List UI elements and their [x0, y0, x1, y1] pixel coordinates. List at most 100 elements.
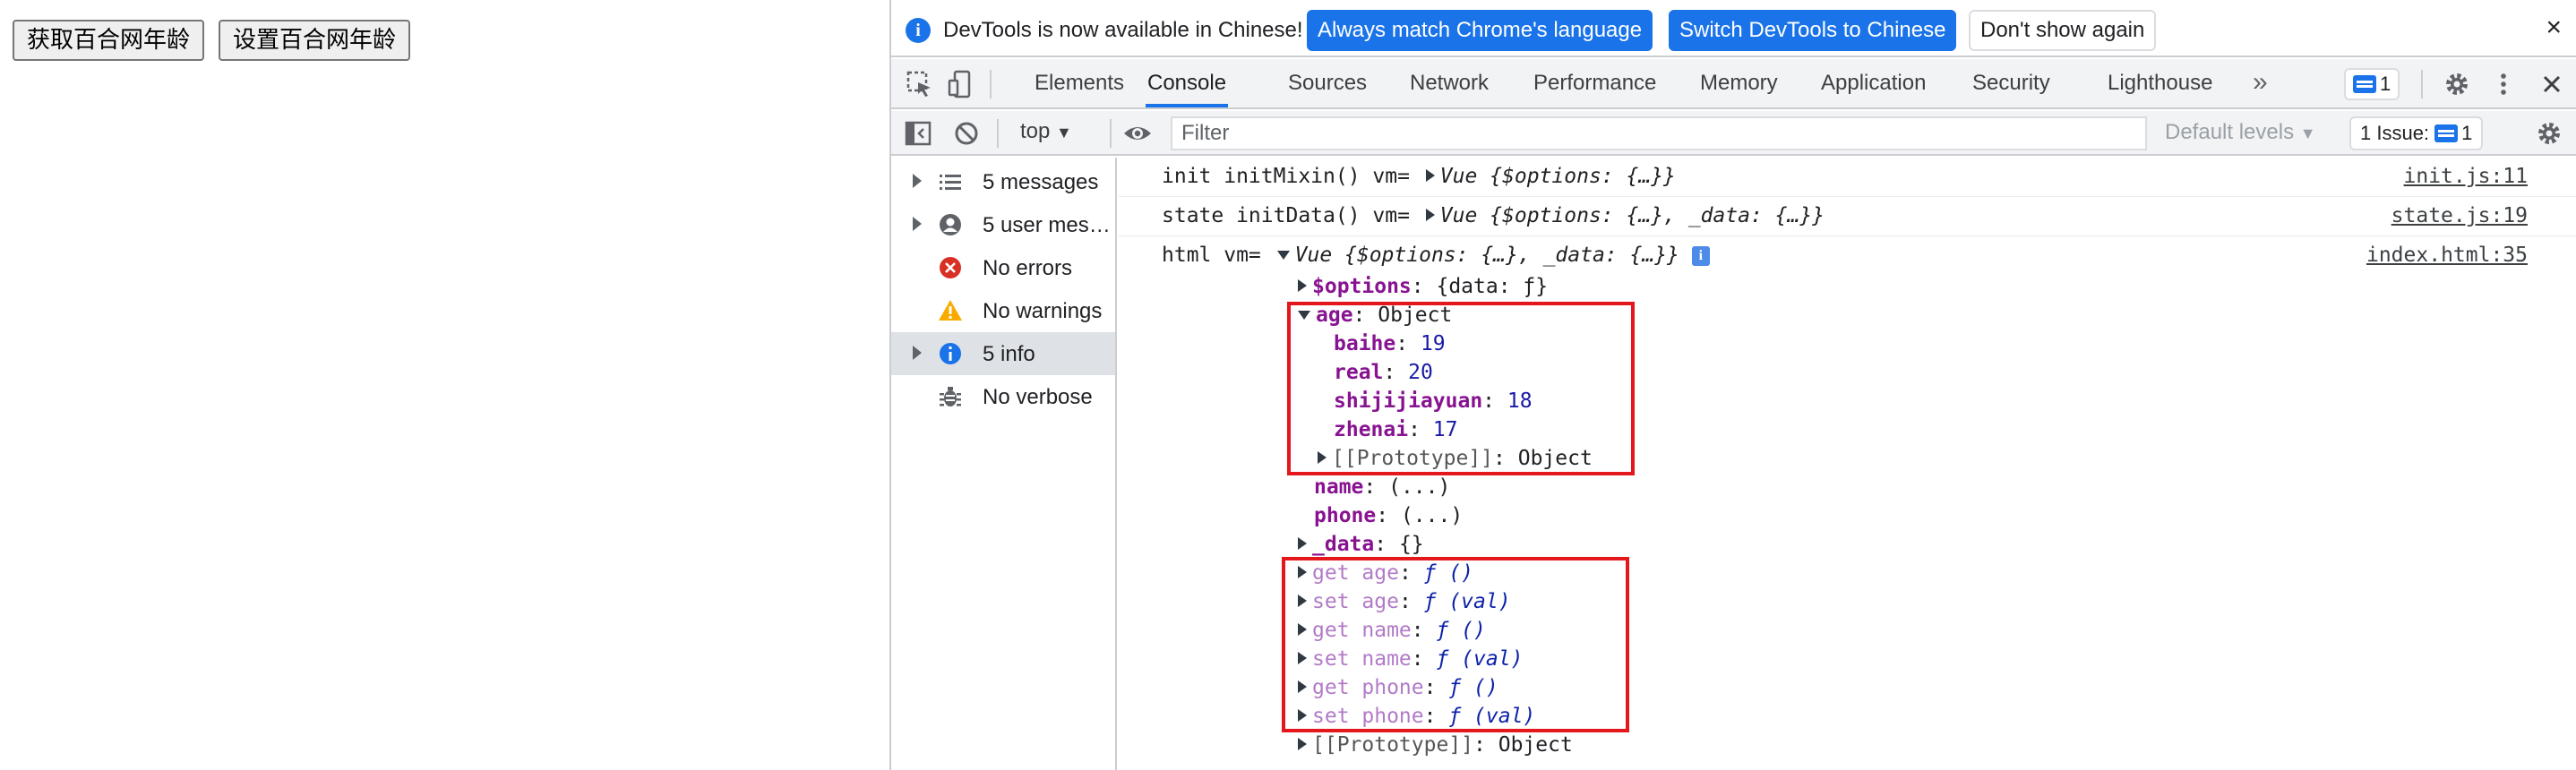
issues-label: 1 Issue: [2360, 122, 2430, 144]
context-selector[interactable]: top ▼ [1020, 119, 1072, 144]
devtools-tabbar: Elements Console Sources Network Perform… [891, 59, 2576, 109]
expand-arrow-icon[interactable] [1298, 537, 1307, 550]
console-output: init initMixin() vm= Vue {$options: {…}}… [1119, 158, 2576, 770]
property-key: _data [1312, 533, 1375, 556]
sidebar-toggle-icon[interactable] [904, 119, 932, 148]
tab-network[interactable]: Network [1410, 59, 1489, 107]
settings-gear-icon[interactable] [2443, 70, 2471, 98]
sidebar-item-warnings[interactable]: No warnings [891, 289, 1115, 332]
bug-icon [938, 384, 963, 409]
property-key: [[Prototype]] [1312, 733, 1474, 757]
set-baihe-age-button[interactable]: 设置百合网年龄 [219, 20, 411, 61]
property-key: phone [1314, 504, 1377, 527]
clear-console-icon[interactable] [952, 119, 981, 148]
message-text: state initData() vm= [1162, 204, 1422, 227]
live-expression-eye-icon[interactable] [1122, 119, 1151, 148]
sidebar-item-user-messages[interactable]: 5 user mes… [891, 203, 1115, 246]
sidebar-item-label: 5 info [983, 342, 1035, 366]
expand-arrow-icon[interactable] [1298, 279, 1307, 292]
user-icon [938, 212, 963, 237]
more-tabs-icon[interactable]: » [2253, 59, 2268, 107]
property-key: $options [1312, 275, 1412, 298]
tree-node-name[interactable]: name: (...) [1314, 473, 1450, 501]
error-icon [938, 255, 963, 280]
sidebar-item-label: No warnings [983, 299, 1103, 323]
sidebar-item-errors[interactable]: No errors [891, 246, 1115, 289]
tab-lighthouse[interactable]: Lighthouse [2108, 59, 2212, 107]
tab-sources[interactable]: Sources [1288, 59, 1367, 107]
object-preview[interactable]: Vue {$options: {…}, _data: {…}} [1295, 244, 1679, 267]
source-link[interactable]: index.html:35 [2366, 244, 2528, 267]
tab-security[interactable]: Security [1972, 59, 2050, 107]
page-content: 获取百合网年龄 设置百合网年龄 [0, 0, 889, 770]
property-value: Object [1498, 733, 1573, 757]
object-preview[interactable]: Vue {$options: {…}, _data: {…}} [1440, 204, 1825, 227]
toolbar-divider [990, 70, 992, 98]
tree-node-options[interactable]: $options: {data: ƒ} [1294, 272, 1548, 301]
property-key: name [1314, 475, 1364, 499]
property-value: (...) [1400, 504, 1464, 527]
dont-show-again-button[interactable]: Don't show again [1969, 10, 2157, 51]
expand-arrow-icon[interactable] [1425, 209, 1435, 221]
dropdown-arrow-icon: ▼ [1056, 124, 1072, 141]
expand-arrow-icon[interactable] [913, 174, 922, 188]
tree-node-phone[interactable]: phone: (...) [1314, 501, 1463, 530]
property-value: {} [1398, 533, 1424, 556]
toolbar-divider [1110, 119, 1112, 148]
dropdown-arrow-icon: ▼ [2299, 124, 2316, 142]
context-value: top [1020, 119, 1051, 143]
tree-node-data[interactable]: _data: {} [1294, 530, 1424, 559]
sidebar-item-label: 5 user mes… [983, 213, 1111, 237]
tree-node-prototype[interactable]: [[Prototype]]: Object [1294, 731, 1573, 759]
info-icon: i [906, 18, 931, 43]
expand-arrow-icon[interactable] [1298, 738, 1307, 750]
always-match-language-button[interactable]: Always match Chrome's language [1307, 10, 1653, 51]
info-icon [938, 341, 963, 366]
expand-arrow-icon[interactable] [913, 346, 922, 360]
console-filter-input[interactable] [1171, 116, 2147, 150]
collapse-arrow-icon[interactable] [1276, 251, 1290, 260]
close-infobar-icon[interactable]: × [2546, 13, 2562, 43]
console-settings-gear-icon[interactable] [2535, 119, 2563, 148]
highlight-box-age [1287, 302, 1635, 475]
object-info-icon[interactable]: i [1691, 246, 1710, 266]
issues-button[interactable]: 1 Issue: 1 [2349, 116, 2484, 150]
inspect-element-icon[interactable] [906, 70, 934, 98]
log-levels-label: Default levels [2165, 120, 2295, 144]
list-icon [938, 169, 963, 194]
message-text: html vm= [1162, 244, 1274, 267]
issue-icon [2434, 124, 2459, 142]
log-levels-dropdown[interactable]: Default levels ▼ [2165, 120, 2316, 145]
get-baihe-age-button[interactable]: 获取百合网年龄 [13, 20, 205, 61]
switch-to-chinese-button[interactable]: Switch DevTools to Chinese [1669, 10, 1957, 51]
console-message: init initMixin() vm= Vue {$options: {…}}… [1119, 158, 2576, 197]
message-icon [2353, 75, 2376, 93]
sidebar-item-label: 5 messages [983, 170, 1099, 194]
messages-badge[interactable]: 1 [2344, 68, 2400, 100]
console-sidebar: 5 messages 5 user mes… No errors No warn… [891, 158, 1117, 770]
more-options-icon[interactable] [2489, 70, 2518, 98]
source-link[interactable]: state.js:19 [2391, 204, 2528, 227]
close-devtools-icon[interactable] [2537, 70, 2566, 98]
tab-console[interactable]: Console [1146, 59, 1229, 107]
tab-memory[interactable]: Memory [1700, 59, 1778, 107]
issues-count: 1 [2461, 122, 2473, 144]
tab-performance[interactable]: Performance [1533, 59, 1656, 107]
toolbar-divider [997, 119, 999, 148]
console-toolbar: top ▼ Default levels ▼ 1 Issue: 1 [891, 111, 2576, 156]
device-toolbar-icon[interactable] [947, 70, 975, 98]
tab-elements[interactable]: Elements [1035, 59, 1124, 107]
sidebar-item-messages[interactable]: 5 messages [891, 160, 1115, 203]
language-infobar: i DevTools is now available in Chinese! … [891, 0, 2576, 57]
toolbar-divider [2421, 70, 2423, 98]
tab-application[interactable]: Application [1821, 59, 1926, 107]
sidebar-item-verbose[interactable]: No verbose [891, 375, 1115, 418]
expand-arrow-icon[interactable] [913, 217, 922, 231]
sidebar-item-label: No errors [983, 256, 1073, 280]
property-value: (...) [1388, 475, 1451, 499]
expand-arrow-icon[interactable] [1425, 169, 1435, 182]
source-link[interactable]: init.js:11 [2404, 165, 2528, 188]
object-preview[interactable]: Vue {$options: {…}} [1440, 165, 1676, 188]
sidebar-item-info[interactable]: 5 info [891, 332, 1115, 375]
highlight-box-accessors [1282, 557, 1629, 732]
